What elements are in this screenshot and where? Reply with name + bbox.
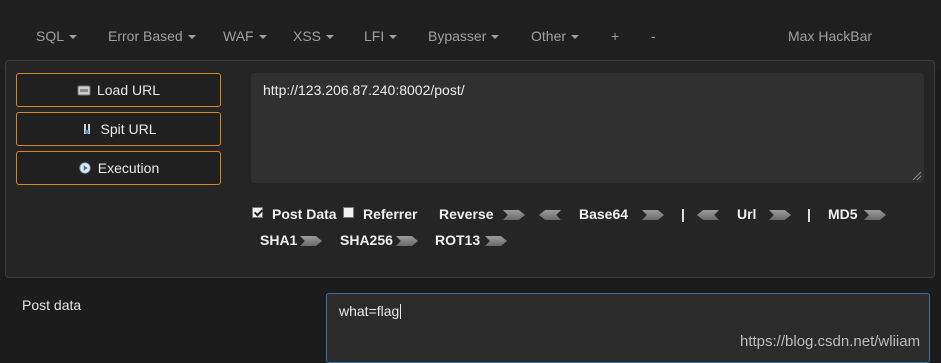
post-data-label: Post Data [272,206,337,222]
load-url-label: Load URL [96,82,161,98]
sha256-label: SHA256 [340,232,393,248]
menu-other[interactable]: Other [531,28,580,44]
md5-label: MD5 [828,206,858,222]
chevron-down-icon [187,35,196,40]
chevron-down-icon [69,35,78,40]
reverse-label: Reverse [439,206,494,222]
menu-error-based[interactable]: Error Based [108,28,196,44]
separator: | [681,206,685,222]
execution-button[interactable]: Execution [16,151,221,185]
referrer-label: Referrer [363,206,418,222]
base64-label: Base64 [579,206,629,222]
post-data-value: what=flag [339,303,400,319]
sha1-label: SHA1 [260,232,298,248]
menu-sql[interactable]: SQL [36,28,78,44]
menu-add[interactable]: + [611,28,619,44]
chevron-down-icon [389,35,398,40]
text-cursor [400,304,402,319]
split-url-icon [84,124,91,134]
rot13-label: ROT13 [435,232,481,248]
menu-bypasser[interactable]: Bypasser [428,28,500,44]
watermark: https://blog.csdn.net/wliiam [740,333,921,350]
post-data-checkbox[interactable] [252,207,263,218]
post-data-heading: Post data [22,297,82,313]
separator: | [807,206,811,222]
load-url-button[interactable]: Load URL [16,73,221,107]
referrer-checkbox[interactable] [343,207,354,218]
resize-grip-icon[interactable] [913,172,921,180]
post-data-textarea[interactable]: what=flag [326,293,930,363]
execution-label: Execution [97,160,160,176]
split-url-button[interactable]: Spit URL [16,112,221,146]
menu-waf[interactable]: WAF [223,28,267,44]
load-url-icon [77,85,91,96]
play-icon [79,162,91,174]
menu-remove[interactable]: - [651,28,656,44]
split-url-label: Spit URL [100,121,157,137]
chevron-down-icon [491,35,500,40]
menu-lfi[interactable]: LFI [364,28,398,44]
menu-xss[interactable]: XSS [293,28,335,44]
chevron-down-icon [571,35,580,40]
url-label: Url [737,206,757,222]
brand-title: Max HackBar [788,28,873,44]
url-value: http://123.206.87.240:8002/post/ [263,82,465,98]
chevron-down-icon [326,35,335,40]
chevron-down-icon [258,35,267,40]
url-textarea[interactable]: http://123.206.87.240:8002/post/ [251,73,924,183]
